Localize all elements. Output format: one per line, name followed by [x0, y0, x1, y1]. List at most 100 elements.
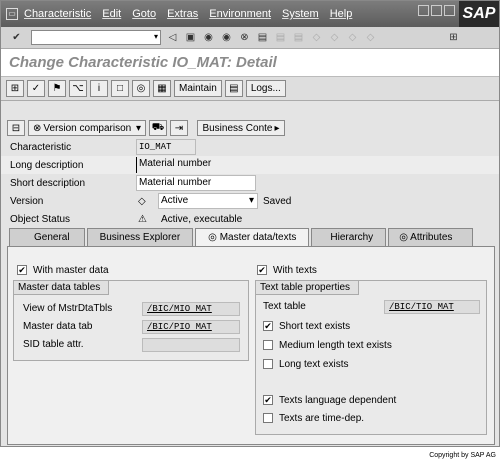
text-table-label: Text table	[263, 301, 306, 312]
minimize-icon[interactable]	[418, 5, 429, 16]
menu-characteristic[interactable]: Characteristic	[24, 8, 91, 20]
medium-text-option[interactable]: Medium length text exists	[263, 340, 392, 351]
transfer-icon[interactable]: ⇥	[170, 120, 188, 136]
tab-attributes[interactable]: ◎ Attributes	[388, 228, 474, 246]
short-text-option[interactable]: ✔ Short text exists	[263, 321, 350, 332]
next-page-icon[interactable]: ◇	[346, 31, 359, 44]
with-master-data-checkbox[interactable]: ✔	[17, 265, 27, 276]
version-toolbar: ⊟ ⊗ Version comparison ▾ ⛟ ⇥ Business Co…	[1, 119, 499, 137]
with-texts-label: With texts	[273, 265, 317, 276]
object-status-value: Active, executable	[161, 213, 243, 225]
tab-general[interactable]: General	[9, 228, 85, 246]
tab-hierarchy[interactable]: Hierarchy	[311, 228, 387, 246]
menu-goto[interactable]: Goto	[132, 8, 156, 20]
with-texts-checkbox[interactable]: ✔	[257, 265, 267, 276]
long-text-checkbox[interactable]	[263, 359, 273, 370]
enter-icon[interactable]: ✔	[10, 31, 23, 44]
tree-icon[interactable]: ⊟	[7, 120, 25, 136]
language-dependent-option[interactable]: ✔ Texts language dependent	[263, 395, 396, 406]
hierarchy-icon[interactable]: ⌥	[69, 80, 87, 97]
menu-bar: ▭ Characteristic Edit Goto Extras Enviro…	[1, 1, 499, 27]
save-icon[interactable]: ▣	[184, 31, 197, 44]
long-description-field[interactable]: Material number	[136, 157, 336, 173]
master-data-texts-panel: ✔ With master data Master data tables Vie…	[7, 246, 495, 445]
tab-master-data-texts-label: Master data/texts	[219, 232, 297, 243]
command-field[interactable]: ▾	[31, 30, 161, 45]
window-menu-icon[interactable]: ▭	[6, 8, 18, 20]
activate-icon[interactable]: ⚑	[48, 80, 66, 97]
compare-icon: ⊗	[33, 122, 42, 134]
sap-window: ▭ Characteristic Edit Goto Extras Enviro…	[0, 0, 500, 447]
menu-environment[interactable]: Environment	[209, 8, 271, 20]
maximize-icon[interactable]	[431, 5, 442, 16]
long-description-label: Long description	[10, 159, 84, 171]
object-status-label: Object Status	[10, 213, 71, 225]
back-nav-icon[interactable]: ◉	[202, 31, 215, 44]
sap-logo: SAP	[459, 1, 499, 27]
time-dependent-label: Texts are time-dep.	[279, 413, 365, 424]
characteristic-row: Characteristic IO_MAT	[1, 138, 499, 156]
menu-help[interactable]: Help	[330, 8, 353, 20]
menu-edit[interactable]: Edit	[102, 8, 121, 20]
dropdown-icon[interactable]: ▾	[154, 32, 158, 41]
language-dependent-checkbox[interactable]: ✔	[263, 395, 273, 406]
version-select[interactable]: Active ▾	[158, 193, 258, 209]
with-master-data-option[interactable]: ✔ With master data	[17, 265, 109, 276]
short-description-field[interactable]: Material number	[136, 175, 256, 191]
version-status-icon: ◇	[138, 195, 146, 207]
tab-business-explorer[interactable]: Business Explorer	[86, 228, 194, 246]
cancel-icon[interactable]: ⊗	[238, 31, 251, 44]
with-master-data-label: With master data	[33, 265, 109, 276]
transport-icon[interactable]: ⛟	[149, 120, 167, 136]
help-icon[interactable]: ⊞	[447, 31, 460, 44]
copyright-notice: Copyright by SAP AG	[429, 452, 496, 459]
prev-page-icon[interactable]: ◇	[328, 31, 341, 44]
info-icon[interactable]: i	[90, 80, 108, 97]
logs-button[interactable]: Logs...	[245, 80, 286, 97]
tab-master-data-texts[interactable]: ◎ Master data/texts	[195, 228, 310, 247]
exit-icon[interactable]: ◉	[220, 31, 233, 44]
business-content-button[interactable]: Business Conte ▸	[197, 120, 285, 136]
maintain-button[interactable]: Maintain	[174, 80, 222, 97]
display-change-icon[interactable]: ⊞	[6, 80, 24, 97]
with-texts-option[interactable]: ✔ With texts	[257, 265, 317, 276]
status-icon: ◎	[399, 232, 408, 243]
time-dependent-checkbox[interactable]	[263, 413, 273, 424]
group-title: Master data tables	[14, 281, 110, 295]
tab-attributes-label: Attributes	[410, 232, 453, 243]
new-icon[interactable]: □	[111, 80, 129, 97]
business-content-label: Business Conte	[202, 122, 273, 134]
long-text-option[interactable]: Long text exists	[263, 359, 348, 370]
save-maintain-icon[interactable]: ▦	[153, 80, 171, 97]
characteristic-label: Characteristic	[10, 141, 72, 153]
logs-icon[interactable]: ▤	[224, 80, 243, 97]
time-dependent-option[interactable]: Texts are time-dep.	[263, 413, 364, 424]
medium-text-checkbox[interactable]	[263, 340, 273, 351]
print-icon[interactable]: ▤	[256, 31, 269, 44]
menu-system[interactable]: System	[282, 8, 319, 20]
version-status: Saved	[263, 195, 292, 207]
last-page-icon[interactable]: ◇	[364, 31, 377, 44]
close-icon[interactable]	[444, 5, 455, 16]
menu-extras[interactable]: Extras	[167, 8, 198, 20]
find-next-icon[interactable]: ▤	[292, 31, 305, 44]
application-toolbar: ⊞ ✓ ⚑ ⌥ i □ ◎ ▦ Maintain ▤ Logs...	[1, 77, 499, 101]
short-text-checkbox[interactable]: ✔	[263, 321, 273, 332]
copy-icon[interactable]: ◎	[132, 80, 150, 97]
sid-table-label: SID table attr.	[23, 339, 84, 350]
view-label: View of MstrDtaTbls	[23, 303, 113, 314]
check-icon[interactable]: ✓	[27, 80, 45, 97]
warning-icon: ⚠	[138, 213, 147, 225]
sid-table-value	[142, 338, 240, 352]
text-table-group: Text table properties Text table /BIC/TI…	[255, 280, 487, 435]
version-comparison-button[interactable]: ⊗ Version comparison ▾	[28, 120, 146, 136]
find-icon[interactable]: ▤	[274, 31, 287, 44]
characteristic-value: IO_MAT	[136, 139, 196, 155]
content-area: ⊟ ⊗ Version comparison ▾ ⛟ ⇥ Business Co…	[1, 117, 499, 447]
version-label: Version	[10, 195, 44, 207]
version-value: Active	[161, 195, 189, 206]
object-status-row: Object Status ⚠ Active, executable	[1, 210, 499, 228]
master-data-tab-value: /BIC/PIO MAT	[142, 320, 240, 334]
first-page-icon[interactable]: ◇	[310, 31, 323, 44]
back-icon[interactable]: ◁	[166, 31, 179, 44]
